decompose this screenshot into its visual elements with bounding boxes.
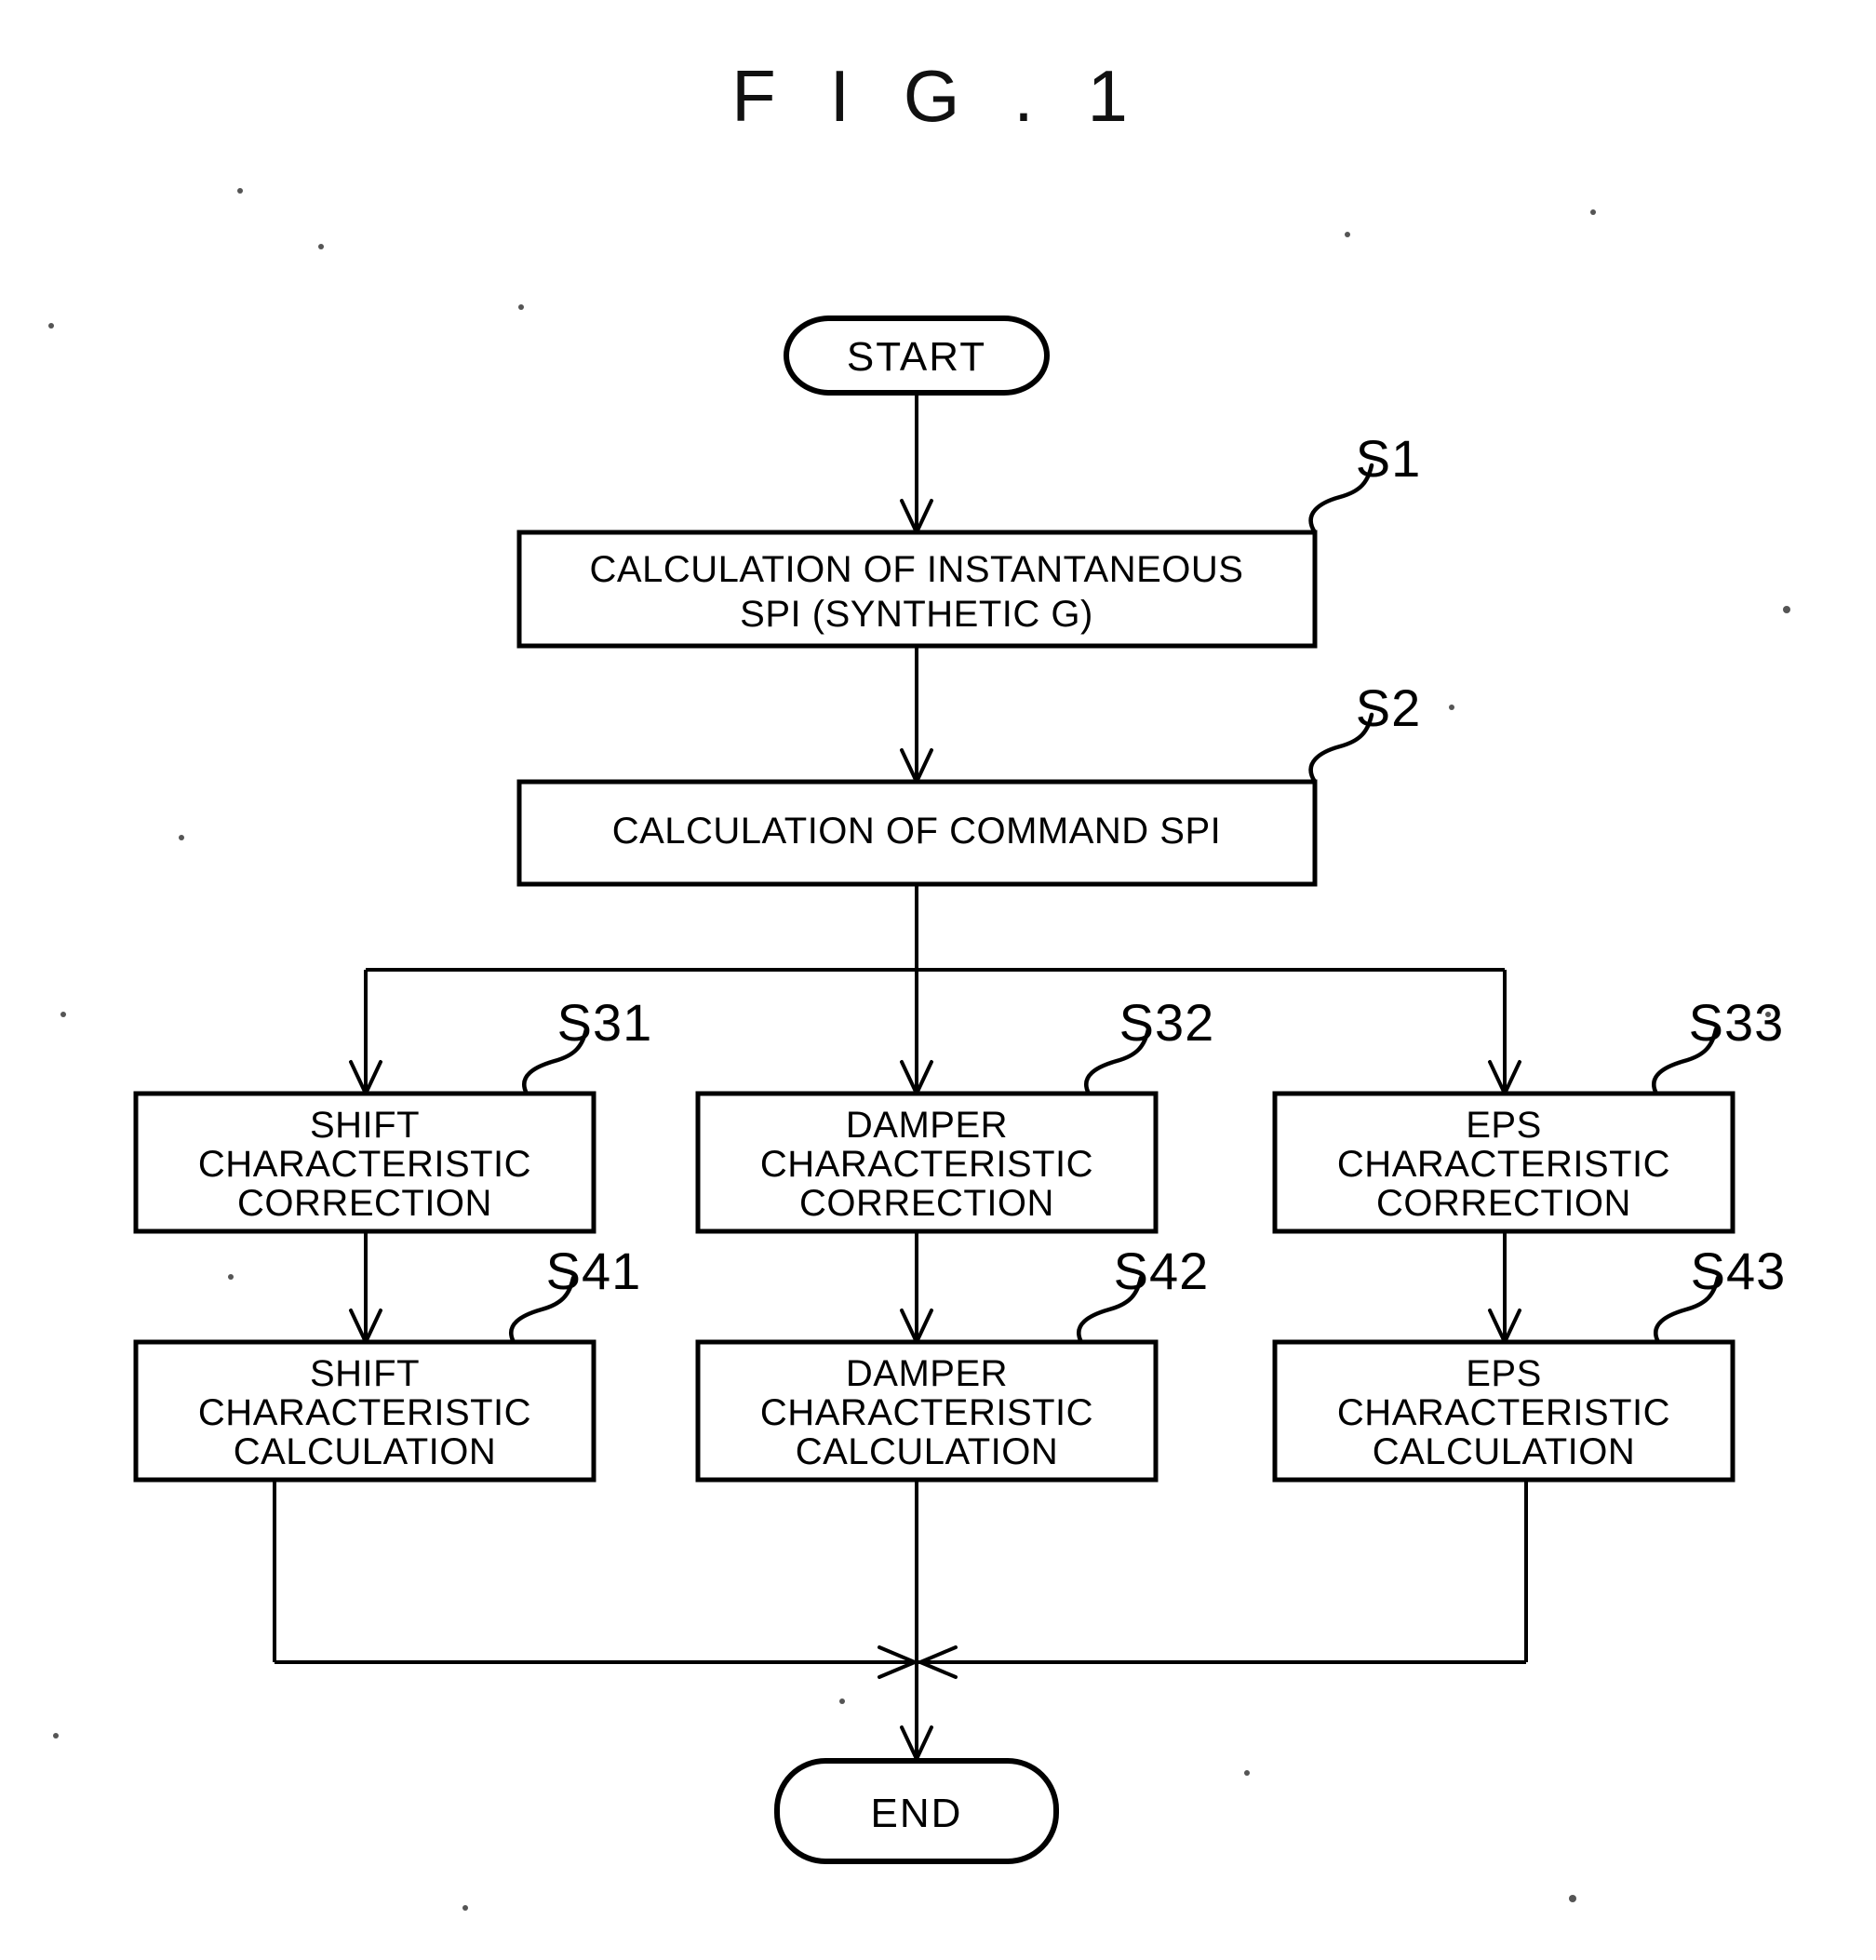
patent-figure: F I G . 1 START CALCULATION OF INSTANTAN… [0, 0, 1876, 1960]
node-start: START [784, 315, 1050, 396]
s42-line3: CALCULATION [796, 1431, 1059, 1472]
s32-line2: CHARACTERISTIC [760, 1144, 1093, 1185]
branch-bus-top [349, 884, 1521, 1098]
s33-line3: CORRECTION [1376, 1183, 1631, 1224]
s1-step-label: S1 [1356, 429, 1422, 488]
s41-line2: CHARACTERISTIC [198, 1392, 531, 1433]
node-s42: DAMPER CHARACTERISTIC CALCULATION S42 [695, 1242, 1210, 1483]
s32-step-label: S32 [1119, 993, 1215, 1052]
node-s33: EPS CHARACTERISTIC CORRECTION S33 [1272, 993, 1785, 1234]
flowchart-canvas: START CALCULATION OF INSTANTANEOUS SPI (… [48, 188, 1790, 1911]
connector-s1-to-s2 [900, 646, 933, 786]
s42-line2: CHARACTERISTIC [760, 1392, 1093, 1433]
node-s41: SHIFT CHARACTERISTIC CALCULATION S41 [133, 1242, 642, 1483]
end-label: END [871, 1791, 963, 1836]
scan-artifacts [48, 188, 1790, 1911]
connector-start-to-s1 [900, 393, 933, 537]
s33-line2: CHARACTERISTIC [1337, 1144, 1670, 1185]
s1-line2: SPI (SYNTHETIC G) [740, 594, 1093, 635]
s31-step-label: S31 [557, 993, 653, 1052]
node-s31: SHIFT CHARACTERISTIC CORRECTION S31 [133, 993, 653, 1234]
node-s2: CALCULATION OF COMMAND SPI S2 [516, 678, 1422, 887]
node-s32: DAMPER CHARACTERISTIC CORRECTION S32 [695, 993, 1215, 1234]
connector-row3-to-row4 [349, 1231, 1521, 1347]
s41-step-label: S41 [546, 1242, 642, 1300]
s32-line3: CORRECTION [799, 1183, 1054, 1224]
s2-step-label: S2 [1356, 678, 1422, 737]
s42-line1: DAMPER [846, 1353, 1008, 1394]
s43-line3: CALCULATION [1373, 1431, 1636, 1472]
s43-line2: CHARACTERISTIC [1337, 1392, 1670, 1433]
s31-line1: SHIFT [310, 1105, 420, 1146]
s41-line1: SHIFT [310, 1353, 420, 1394]
s43-line1: EPS [1466, 1353, 1542, 1394]
s41-line3: CALCULATION [234, 1431, 497, 1472]
s1-line1: CALCULATION OF INSTANTANEOUS [590, 549, 1244, 590]
s43-step-label: S43 [1691, 1242, 1787, 1300]
node-s43: EPS CHARACTERISTIC CALCULATION S43 [1272, 1242, 1787, 1483]
s31-line2: CHARACTERISTIC [198, 1144, 531, 1185]
s32-line1: DAMPER [846, 1105, 1008, 1146]
s33-step-label: S33 [1689, 993, 1785, 1052]
s33-line1: EPS [1466, 1105, 1542, 1146]
s31-line3: CORRECTION [237, 1183, 492, 1224]
s2-line1: CALCULATION OF COMMAND SPI [612, 811, 1222, 852]
node-end: END [774, 1758, 1059, 1864]
merge-bus-bottom [273, 1480, 1528, 1764]
s42-step-label: S42 [1114, 1242, 1210, 1300]
node-s1: CALCULATION OF INSTANTANEOUS SPI (SYNTHE… [516, 429, 1422, 649]
start-label: START [847, 334, 986, 380]
